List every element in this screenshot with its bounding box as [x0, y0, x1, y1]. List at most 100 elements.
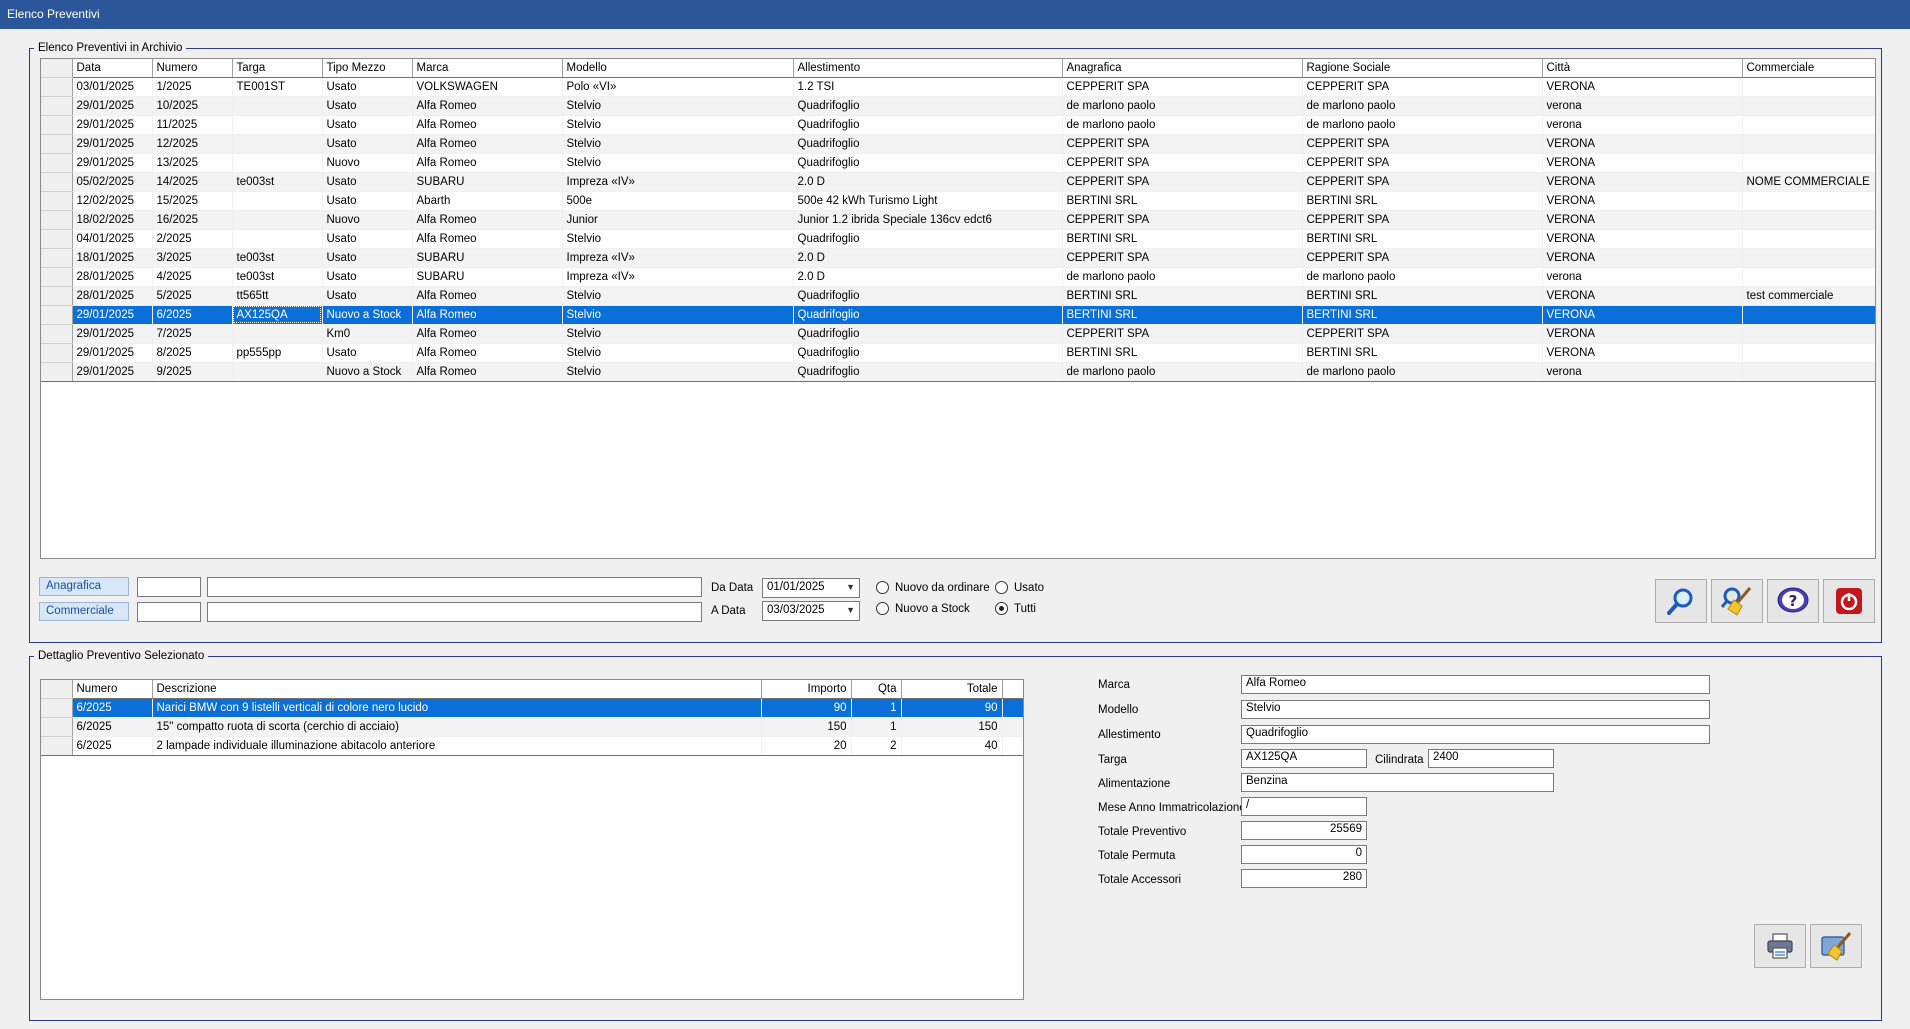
archive-cell-citta[interactable]: VERONA [1542, 134, 1743, 154]
archive-cell-ragione-sociale[interactable]: CEPPERIT SPA [1302, 324, 1543, 344]
archive-column-header-data[interactable]: Data [72, 59, 153, 78]
archive-column-header-citta[interactable]: Città [1542, 59, 1743, 78]
archive-table-row[interactable]: 04/01/2025 2/2025 Usato Alfa Romeo Stelvio Qu… [41, 229, 1875, 249]
archive-grid[interactable]: Data Numero Targa Tipo Mezzo Marca Modello All… [40, 58, 1876, 559]
archive-cell-numero[interactable]: 15/2025 [152, 191, 233, 211]
archive-cell-citta[interactable]: VERONA [1542, 210, 1743, 230]
immatricolazione-field[interactable]: / [1241, 797, 1367, 816]
archive-cell-modello[interactable]: Polo «VI» [562, 77, 794, 97]
cilindrata-field[interactable]: 2400 [1428, 749, 1554, 768]
archive-cell-anagrafica[interactable]: de marlono paolo [1062, 362, 1303, 382]
archive-cell-ragione-sociale[interactable]: de marlono paolo [1302, 362, 1543, 382]
archive-cell-anagrafica[interactable]: BERTINI SRL [1062, 343, 1303, 363]
archive-cell-marca[interactable]: Alfa Romeo [412, 115, 563, 135]
archive-cell-numero[interactable]: 16/2025 [152, 210, 233, 230]
row-selector[interactable] [41, 96, 73, 116]
clear-filters-button[interactable] [1711, 579, 1763, 623]
archive-table-row[interactable]: 28/01/2025 5/2025 tt565tt Usato Alfa Romeo St… [41, 286, 1875, 306]
archive-cell-targa[interactable] [232, 191, 323, 211]
archive-cell-citta[interactable]: verona [1542, 267, 1743, 287]
archive-cell-allestimento[interactable]: 2.0 D [793, 172, 1063, 192]
archive-cell-marca[interactable]: Alfa Romeo [412, 286, 563, 306]
radio-nuovo-a-stock[interactable]: Nuovo a Stock [876, 602, 970, 615]
archive-cell-tipo-mezzo[interactable]: Nuovo [322, 210, 413, 230]
archive-cell-citta[interactable]: verona [1542, 115, 1743, 135]
archive-cell-anagrafica[interactable]: BERTINI SRL [1062, 305, 1303, 325]
row-selector[interactable] [41, 248, 73, 268]
archive-cell-marca[interactable]: SUBARU [412, 248, 563, 268]
detail-column-header-importo[interactable]: Importo [761, 680, 852, 699]
archive-cell-citta[interactable]: VERONA [1542, 229, 1743, 249]
archive-cell-tipo-mezzo[interactable]: Usato [322, 172, 413, 192]
detail-cell-importo[interactable]: 90 [761, 698, 852, 718]
archive-cell-citta[interactable]: verona [1542, 362, 1743, 382]
archive-table-row[interactable]: 29/01/2025 7/2025 Km0 Alfa Romeo Stelvio Quad… [41, 324, 1875, 344]
archive-table-row[interactable]: 03/01/2025 1/2025 TE001ST Usato VOLKSWAGEN Po… [41, 77, 1875, 97]
archive-cell-modello[interactable]: Stelvio [562, 305, 794, 325]
archive-column-header-tipo-mezzo[interactable]: Tipo Mezzo [322, 59, 413, 78]
row-selector[interactable] [41, 77, 73, 97]
archive-cell-ragione-sociale[interactable]: CEPPERIT SPA [1302, 153, 1543, 173]
archive-cell-allestimento[interactable]: Quadrifoglio [793, 115, 1063, 135]
archive-cell-commerciale[interactable] [1742, 248, 1875, 268]
archive-cell-allestimento[interactable]: Quadrifoglio [793, 153, 1063, 173]
archive-cell-numero[interactable]: 13/2025 [152, 153, 233, 173]
archive-cell-targa[interactable]: AX125QA [232, 305, 323, 325]
archive-table-row[interactable]: 29/01/2025 8/2025 pp555pp Usato Alfa Romeo St… [41, 343, 1875, 363]
row-selector[interactable] [41, 267, 73, 287]
detail-cell-totale[interactable]: 40 [901, 736, 1003, 756]
archive-cell-marca[interactable]: Abarth [412, 191, 563, 211]
archive-cell-numero[interactable]: 3/2025 [152, 248, 233, 268]
totale-accessori-field[interactable]: 280 [1241, 869, 1367, 888]
archive-cell-numero[interactable]: 8/2025 [152, 343, 233, 363]
archive-cell-allestimento[interactable]: Quadrifoglio [793, 362, 1063, 382]
archive-cell-data[interactable]: 18/02/2025 [72, 210, 153, 230]
archive-cell-ragione-sociale[interactable]: BERTINI SRL [1302, 305, 1543, 325]
archive-cell-numero[interactable]: 6/2025 [152, 305, 233, 325]
archive-cell-citta[interactable]: VERONA [1542, 286, 1743, 306]
archive-cell-data[interactable]: 29/01/2025 [72, 115, 153, 135]
archive-column-header-commerciale[interactable]: Commerciale [1742, 59, 1875, 78]
archive-cell-numero[interactable]: 7/2025 [152, 324, 233, 344]
archive-cell-allestimento[interactable]: Quadrifoglio [793, 305, 1063, 325]
archive-cell-targa[interactable]: tt565tt [232, 286, 323, 306]
archive-cell-citta[interactable]: verona [1542, 96, 1743, 116]
archive-cell-allestimento[interactable]: Junior 1.2 ibrida Speciale 136cv edct6 [793, 210, 1063, 230]
row-selector[interactable] [41, 134, 73, 154]
row-selector[interactable] [41, 305, 73, 325]
archive-cell-data[interactable]: 28/01/2025 [72, 267, 153, 287]
archive-cell-commerciale[interactable] [1742, 115, 1875, 135]
archive-column-header-targa[interactable]: Targa [232, 59, 323, 78]
archive-column-header-ragione-sociale[interactable]: Ragione Sociale [1302, 59, 1543, 78]
archive-cell-commerciale[interactable] [1742, 324, 1875, 344]
archive-cell-tipo-mezzo[interactable]: Usato [322, 286, 413, 306]
archive-cell-data[interactable]: 29/01/2025 [72, 343, 153, 363]
archive-cell-targa[interactable]: te003st [232, 267, 323, 287]
row-selector[interactable] [41, 229, 73, 249]
archive-cell-data[interactable]: 29/01/2025 [72, 305, 153, 325]
radio-tutti[interactable]: Tutti [995, 602, 1036, 615]
archive-cell-targa[interactable]: TE001ST [232, 77, 323, 97]
archive-cell-ragione-sociale[interactable]: CEPPERIT SPA [1302, 210, 1543, 230]
archive-cell-citta[interactable]: VERONA [1542, 248, 1743, 268]
archive-cell-ragione-sociale[interactable]: CEPPERIT SPA [1302, 248, 1543, 268]
detail-column-header-numero[interactable]: Numero [72, 680, 153, 699]
radio-usato[interactable]: Usato [995, 581, 1044, 594]
archive-cell-data[interactable]: 03/01/2025 [72, 77, 153, 97]
row-selector[interactable] [41, 153, 73, 173]
detail-table-row[interactable]: 6/2025 Narici BMW con 9 listelli vertical… [41, 698, 1023, 718]
archive-cell-modello[interactable]: Stelvio [562, 134, 794, 154]
totale-preventivo-field[interactable]: 25569 [1241, 821, 1367, 840]
archive-cell-commerciale[interactable] [1742, 153, 1875, 173]
detail-grid[interactable]: Numero Descrizione Importo Qta Totale 6/2025… [40, 679, 1024, 1000]
detail-cell-numero[interactable]: 6/2025 [72, 698, 153, 718]
commerciale-name-field[interactable] [207, 602, 702, 622]
archive-cell-commerciale[interactable]: NOME COMMERCIALE [1742, 172, 1875, 192]
archive-cell-numero[interactable]: 14/2025 [152, 172, 233, 192]
archive-cell-modello[interactable]: Junior [562, 210, 794, 230]
archive-cell-anagrafica[interactable]: BERTINI SRL [1062, 286, 1303, 306]
archive-cell-ragione-sociale[interactable]: CEPPERIT SPA [1302, 134, 1543, 154]
archive-cell-allestimento[interactable]: 2.0 D [793, 267, 1063, 287]
archive-cell-modello[interactable]: Stelvio [562, 96, 794, 116]
archive-cell-marca[interactable]: Alfa Romeo [412, 210, 563, 230]
